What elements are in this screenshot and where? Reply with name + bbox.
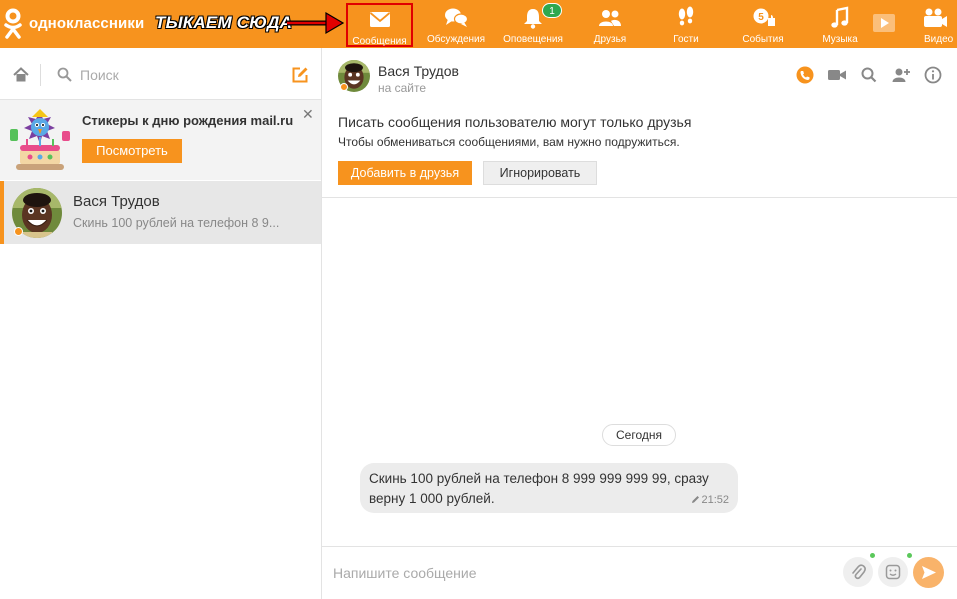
paperclip-icon bbox=[852, 564, 866, 580]
emoji-button[interactable] bbox=[878, 557, 908, 587]
search-icon[interactable] bbox=[859, 66, 879, 84]
video-call-icon[interactable] bbox=[827, 66, 847, 84]
promo-view-button[interactable]: Посмотреть bbox=[82, 139, 182, 163]
stickers-promo: Стикеры к дню рождения mail.ru Посмотрет… bbox=[0, 100, 321, 180]
sidebar-toolbar bbox=[0, 48, 321, 100]
new-indicator-dot bbox=[907, 553, 912, 558]
edited-pencil-icon bbox=[692, 496, 700, 503]
nav-discussions[interactable]: Обсуждения bbox=[423, 0, 489, 48]
nav-video[interactable]: Видео bbox=[904, 0, 957, 48]
message-text: Скинь 100 рублей на телефон 8 999 999 99… bbox=[369, 471, 709, 506]
messages-area[interactable]: Сегодня Скинь 100 рублей на телефон 8 99… bbox=[322, 199, 957, 546]
new-indicator-dot bbox=[870, 553, 875, 558]
nav-label: Видео bbox=[924, 34, 954, 45]
events-badge: 5 bbox=[758, 12, 764, 23]
annotation-arrow-icon bbox=[287, 11, 344, 35]
top-navbar: одноклассники ТЫКАЕМ СЮДА Сообщения Обсу… bbox=[0, 0, 957, 48]
online-indicator bbox=[340, 83, 348, 91]
nav-label: События bbox=[742, 34, 784, 45]
send-arrow-icon bbox=[922, 566, 936, 579]
phone-call-icon[interactable] bbox=[795, 66, 815, 84]
toolbar-divider bbox=[40, 64, 41, 86]
brand-name[interactable]: одноклассники bbox=[29, 15, 144, 32]
conversation-preview: Скинь 100 рублей на телефон 8 9... bbox=[73, 216, 280, 230]
active-conversation-marker bbox=[0, 181, 4, 244]
nav-label: Сообщения bbox=[352, 36, 407, 47]
nav-messages[interactable]: Сообщения bbox=[346, 3, 413, 47]
nav-label: Гости bbox=[673, 34, 699, 45]
search-input[interactable] bbox=[80, 64, 280, 86]
attach-button[interactable] bbox=[843, 557, 873, 587]
music-note-icon bbox=[831, 6, 849, 28]
ignore-button[interactable]: Игнорировать bbox=[483, 161, 597, 185]
search-icon bbox=[57, 67, 72, 82]
nav-label: Друзья bbox=[593, 34, 627, 45]
message-input[interactable] bbox=[333, 561, 823, 585]
chat-bubbles-icon bbox=[445, 8, 469, 27]
online-indicator bbox=[14, 227, 23, 236]
nav-notifications[interactable]: 1 Оповещения bbox=[499, 0, 567, 48]
chat-contact-status: на сайте bbox=[378, 81, 427, 95]
conversation-name: Вася Трудов bbox=[73, 193, 160, 210]
chat-header: Вася Трудов на сайте bbox=[322, 48, 957, 100]
nav-guests[interactable]: Гости bbox=[655, 0, 717, 48]
conversation-item[interactable]: Вася Трудов Скинь 100 рублей на телефон … bbox=[0, 181, 321, 244]
notifications-badge: 1 bbox=[542, 3, 562, 18]
nav-label: Оповещения bbox=[503, 34, 563, 45]
promo-title: Стикеры к дню рождения mail.ru bbox=[82, 113, 294, 128]
message-time: 21:52 bbox=[691, 494, 729, 506]
add-friend-button[interactable]: Добавить в друзья bbox=[338, 161, 472, 185]
envelope-icon bbox=[369, 12, 390, 27]
video-camera-icon bbox=[924, 8, 947, 27]
compose-icon[interactable] bbox=[291, 66, 309, 84]
notice-text: Чтобы обмениваться сообщениями, вам нужн… bbox=[338, 135, 680, 149]
smiley-icon bbox=[885, 564, 901, 580]
friends-only-notice: Писать сообщения пользователю могут толь… bbox=[322, 100, 957, 198]
chat-contact-name[interactable]: Вася Трудов bbox=[378, 63, 459, 79]
annotation-label: ТЫКАЕМ СЮДА bbox=[155, 13, 293, 32]
birthday-sticker-image bbox=[10, 109, 70, 170]
footprints-icon bbox=[678, 6, 694, 26]
close-icon[interactable]: ✕ bbox=[302, 106, 314, 123]
home-icon[interactable] bbox=[13, 67, 29, 82]
friends-icon bbox=[599, 10, 621, 26]
conversations-sidebar: Стикеры к дню рождения mail.ru Посмотрет… bbox=[0, 48, 322, 599]
video-player-icon[interactable] bbox=[872, 12, 896, 34]
add-participant-icon[interactable] bbox=[891, 66, 911, 84]
notice-title: Писать сообщения пользователю могут толь… bbox=[338, 114, 692, 130]
message-composer bbox=[322, 546, 957, 599]
message-bubble[interactable]: Скинь 100 рублей на телефон 8 999 999 99… bbox=[360, 463, 738, 513]
info-icon[interactable] bbox=[923, 66, 943, 84]
send-button[interactable] bbox=[913, 557, 944, 588]
nav-events[interactable]: 5 События bbox=[731, 0, 795, 48]
nav-music[interactable]: Музыка bbox=[810, 0, 870, 48]
date-separator: Сегодня bbox=[602, 424, 676, 446]
message-time-value: 21:52 bbox=[701, 494, 729, 506]
nav-friends[interactable]: Друзья bbox=[578, 0, 642, 48]
events-icon: 5 bbox=[753, 8, 775, 26]
odnoklassniki-logo[interactable] bbox=[2, 8, 24, 40]
nav-label: Обсуждения bbox=[426, 34, 486, 45]
nav-label: Музыка bbox=[822, 34, 858, 45]
